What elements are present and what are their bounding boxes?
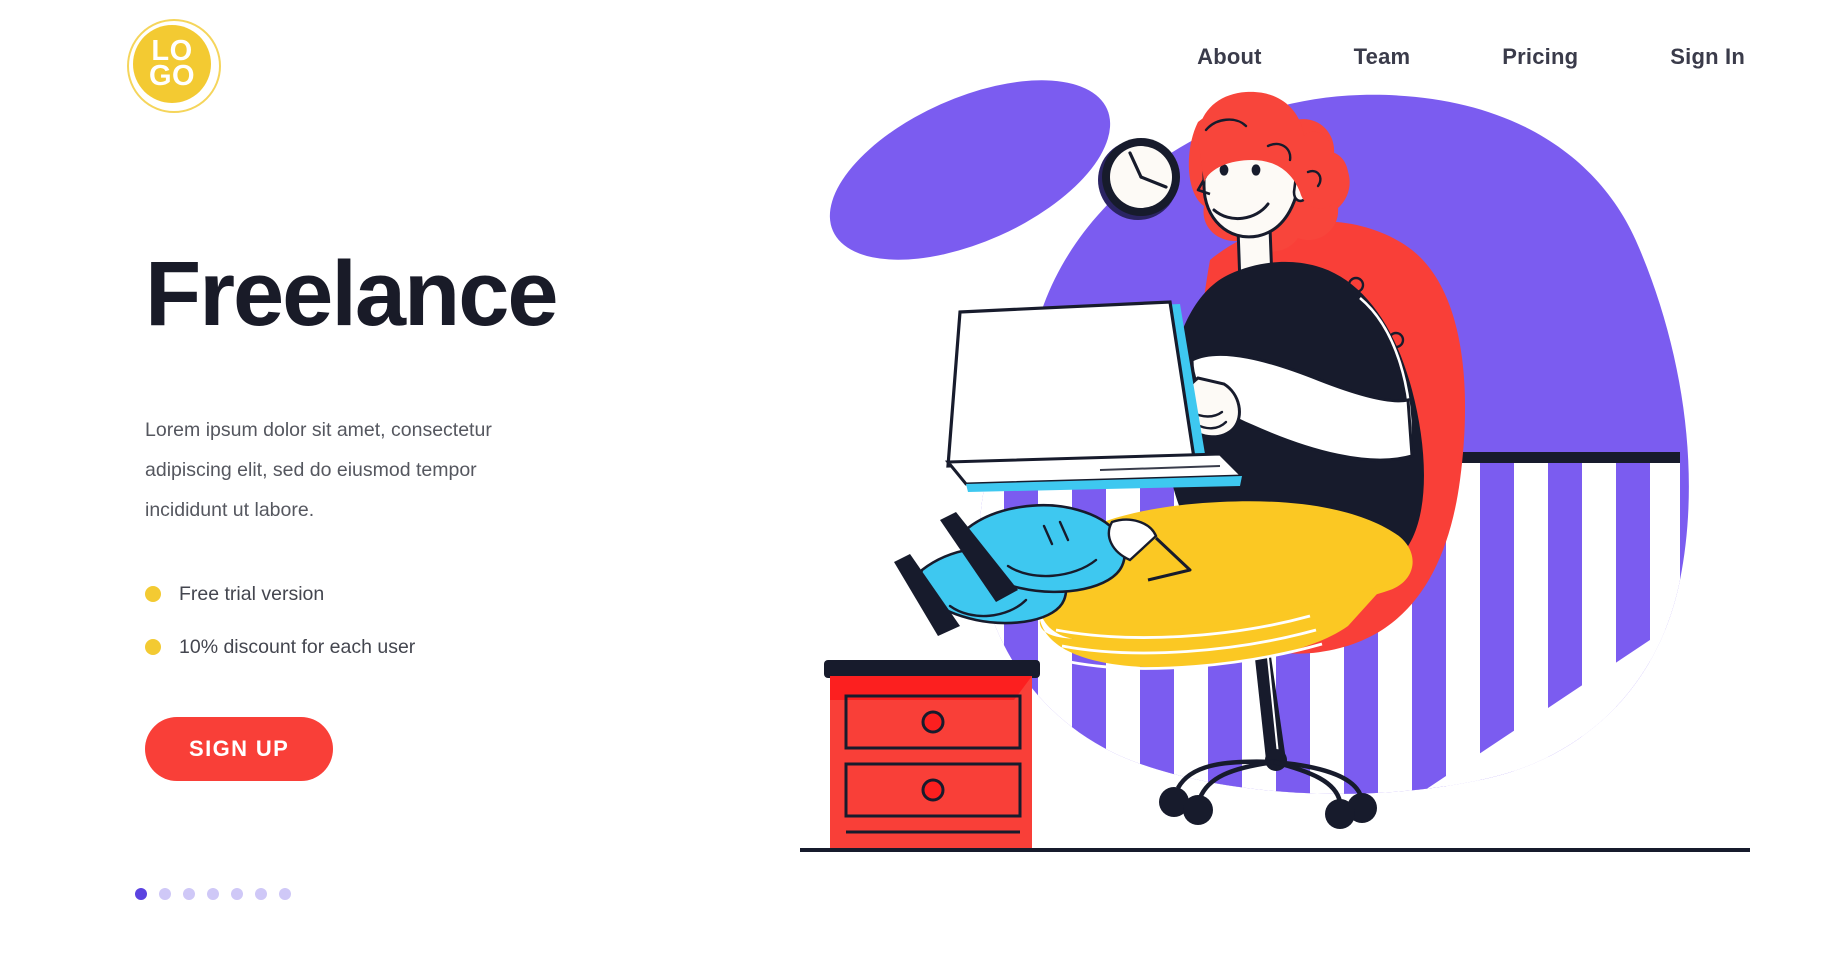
bullet-dot-icon — [145, 639, 161, 655]
nightstand — [824, 660, 1040, 850]
list-item: 10% discount for each user — [145, 636, 665, 659]
hero-paragraph: Lorem ipsum dolor sit amet, consectetur … — [145, 418, 492, 521]
list-item: Free trial version — [145, 583, 665, 606]
sign-up-button[interactable]: SIGN UP — [145, 716, 334, 781]
logo[interactable]: LO GO — [127, 19, 221, 113]
nav-item-team[interactable]: Team — [1354, 44, 1411, 70]
carousel-dot-4[interactable] — [207, 888, 219, 900]
logo-text-line1: LO — [151, 35, 193, 68]
logo-text-line2: GO — [148, 60, 196, 92]
hero-copy: Freelance Lorem ipsum dolor sit amet, co… — [145, 246, 665, 781]
hero-illustration — [800, 60, 1750, 940]
carousel-dot-3[interactable] — [183, 888, 195, 900]
feature-list: Free trial version 10% discount for each… — [145, 583, 665, 659]
carousel-dot-2[interactable] — [159, 888, 171, 900]
nav-item-about[interactable]: About — [1197, 44, 1262, 70]
carousel-dot-7[interactable] — [279, 888, 291, 900]
nav-item-sign-in[interactable]: Sign In — [1670, 44, 1745, 70]
feature-label: 10% discount for each user — [179, 635, 416, 658]
carousel-dot-5[interactable] — [231, 888, 243, 900]
carousel-dot-6[interactable] — [255, 888, 267, 900]
carousel-pagination — [135, 888, 291, 900]
nav-item-pricing[interactable]: Pricing — [1502, 44, 1578, 70]
bullet-dot-icon — [145, 586, 161, 602]
main-navigation: About Team Pricing Sign In — [1197, 44, 1745, 70]
carousel-dot-1[interactable] — [135, 888, 147, 900]
site-header: LO GO About Team Pricing Sign In — [0, 0, 1837, 120]
page-title: Freelance — [145, 243, 559, 345]
feature-label: Free trial version — [179, 582, 325, 605]
